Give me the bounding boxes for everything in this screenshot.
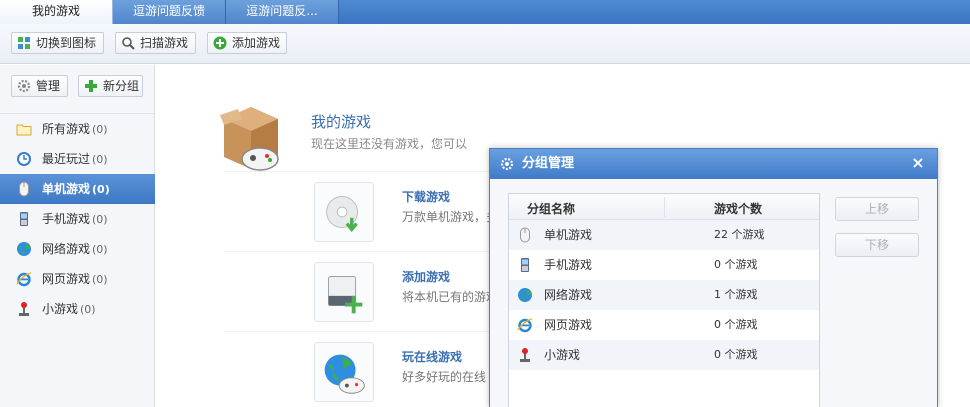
joystick-icon <box>19 302 29 316</box>
close-icon[interactable]: × <box>909 154 927 172</box>
manage-label: 管理 <box>36 79 61 93</box>
tab-my-games[interactable]: 我的游戏 <box>0 0 113 24</box>
switch-to-icons-label: 切换到图标 <box>36 36 97 50</box>
mouse-icon <box>19 181 29 197</box>
phone-icon <box>20 212 28 226</box>
dialog-body: 分组名称 游戏个数 单机游戏 22 个游戏 手机游戏 0 个游戏 网络游戏 1 … <box>490 179 937 407</box>
scan-games-button[interactable]: 扫描游戏 <box>115 32 196 54</box>
sidebar-item-web[interactable]: 网页游戏 (0) <box>0 264 155 294</box>
sidebar-item-label: 网络游戏 <box>42 242 91 256</box>
manage-button[interactable]: 管理 <box>11 75 68 97</box>
sidebar-item-label: 小游戏 <box>42 302 79 316</box>
tab-bar: 我的游戏 逗游问题反馈 逗游问题反... <box>0 0 970 24</box>
sidebar-item-count: (0) <box>92 273 108 286</box>
magnifier-icon <box>122 37 135 50</box>
mouse-icon <box>520 227 530 243</box>
group-name: 手机游戏 <box>544 258 593 272</box>
tab-feedback-1[interactable]: 逗游问题反馈 <box>113 0 226 24</box>
new-group-label: 新分组 <box>103 79 140 93</box>
column-divider <box>664 197 665 217</box>
gear-icon <box>17 79 31 93</box>
sidebar-item-label: 单机游戏 <box>42 182 91 196</box>
new-group-button[interactable]: 新分组 <box>78 75 143 97</box>
entry-description: 好多好玩的在线 <box>402 370 487 384</box>
column-header-count[interactable]: 游戏个数 <box>714 200 762 217</box>
sidebar-item-count: (0) <box>92 183 110 196</box>
plus-icon <box>85 80 97 92</box>
group-row-web[interactable]: 网页游戏 0 个游戏 <box>509 310 819 340</box>
group-name: 网页游戏 <box>544 318 593 332</box>
sidebar-item-label: 最近玩过 <box>42 152 91 166</box>
dialog-titlebar[interactable]: 分组管理 × <box>490 149 937 179</box>
sidebar-item-label: 网页游戏 <box>42 272 91 286</box>
group-row-mini[interactable]: 小游戏 0 个游戏 <box>509 340 819 370</box>
phone-icon <box>521 258 529 272</box>
sidebar-item-label: 所有游戏 <box>42 122 91 136</box>
entry-title[interactable]: 玩在线游戏 <box>402 348 462 365</box>
joystick-icon <box>520 348 530 362</box>
disc-download-icon <box>314 182 374 242</box>
plus-circle-icon <box>213 36 227 50</box>
scan-games-label: 扫描游戏 <box>140 36 189 50</box>
group-name: 网络游戏 <box>544 288 593 302</box>
sidebar-item-all-games[interactable]: 所有游戏 (0) <box>0 114 155 144</box>
box-gamepad-icon <box>220 107 279 171</box>
clock-icon <box>17 152 31 166</box>
group-name: 小游戏 <box>544 348 581 362</box>
sidebar-item-mobile[interactable]: 手机游戏 (0) <box>0 204 155 234</box>
sidebar: 管理 新分组 所有游戏 (0) 最近玩过 (0) 单机游戏 (0) 手机游戏 (0) 网… <box>0 65 155 407</box>
move-down-button[interactable]: 下移 <box>835 233 919 257</box>
group-name: 单机游戏 <box>544 228 593 242</box>
sidebar-item-count: (0) <box>92 243 108 256</box>
tab-feedback-2[interactable]: 逗游问题反... <box>226 0 339 24</box>
entry-description: 万款单机游戏，多 <box>402 210 499 224</box>
sidebar-item-mini[interactable]: 小游戏 (0) <box>0 294 155 324</box>
drive-add-icon <box>314 262 374 322</box>
group-row-mobile[interactable]: 手机游戏 0 个游戏 <box>509 250 819 280</box>
entry-title[interactable]: 添加游戏 <box>402 268 450 285</box>
group-manager-dialog: 分组管理 × 分组名称 游戏个数 单机游戏 22 个游戏 手机游戏 0 个游戏 … <box>489 148 938 407</box>
add-game-button[interactable]: 添加游戏 <box>207 32 287 54</box>
column-header-name[interactable]: 分组名称 <box>527 200 575 217</box>
entry-description: 将本机已有的游戏 <box>402 290 499 304</box>
add-game-label: 添加游戏 <box>232 36 281 50</box>
category-list: 所有游戏 (0) 最近玩过 (0) 单机游戏 (0) 手机游戏 (0) 网络游戏 (0) … <box>0 113 155 324</box>
entry-title[interactable]: 下载游戏 <box>402 188 450 205</box>
globe-icon <box>518 288 532 302</box>
move-up-button[interactable]: 上移 <box>835 197 919 221</box>
group-row-single-player[interactable]: 单机游戏 22 个游戏 <box>509 220 819 250</box>
ie-icon <box>517 318 533 333</box>
sidebar-item-count: (0) <box>80 303 96 316</box>
folder-icon <box>16 124 32 136</box>
group-row-online[interactable]: 网络游戏 1 个游戏 <box>509 280 819 310</box>
globe-gamepad-icon <box>314 342 374 402</box>
sidebar-item-single-player[interactable]: 单机游戏 (0) <box>0 174 155 204</box>
sidebar-item-count: (0) <box>92 153 108 166</box>
switch-to-icons-button[interactable]: 切换到图标 <box>11 32 104 54</box>
group-count: 22 个游戏 <box>714 228 765 241</box>
grid-icon <box>18 37 30 49</box>
sidebar-item-count: (0) <box>92 213 108 226</box>
group-list: 分组名称 游戏个数 单机游戏 22 个游戏 手机游戏 0 个游戏 网络游戏 1 … <box>508 193 820 407</box>
page-subtitle: 现在这里还没有游戏，您可以 <box>311 137 468 151</box>
globe-icon <box>17 242 31 256</box>
toolbar: 切换到图标 扫描游戏 添加游戏 <box>0 24 970 64</box>
page-title: 我的游戏 <box>311 113 372 131</box>
sidebar-item-recent[interactable]: 最近玩过 (0) <box>0 144 155 174</box>
sidebar-item-online[interactable]: 网络游戏 (0) <box>0 234 155 264</box>
gear-icon <box>500 157 514 171</box>
group-count: 0 个游戏 <box>714 318 758 331</box>
sidebar-item-label: 手机游戏 <box>42 212 91 226</box>
dialog-title: 分组管理 <box>522 156 575 171</box>
ie-icon <box>16 272 32 287</box>
group-count: 0 个游戏 <box>714 348 758 361</box>
group-count: 0 个游戏 <box>714 258 758 271</box>
group-list-header: 分组名称 游戏个数 <box>509 194 819 220</box>
sidebar-item-count: (0) <box>92 123 108 136</box>
group-count: 1 个游戏 <box>714 288 758 301</box>
